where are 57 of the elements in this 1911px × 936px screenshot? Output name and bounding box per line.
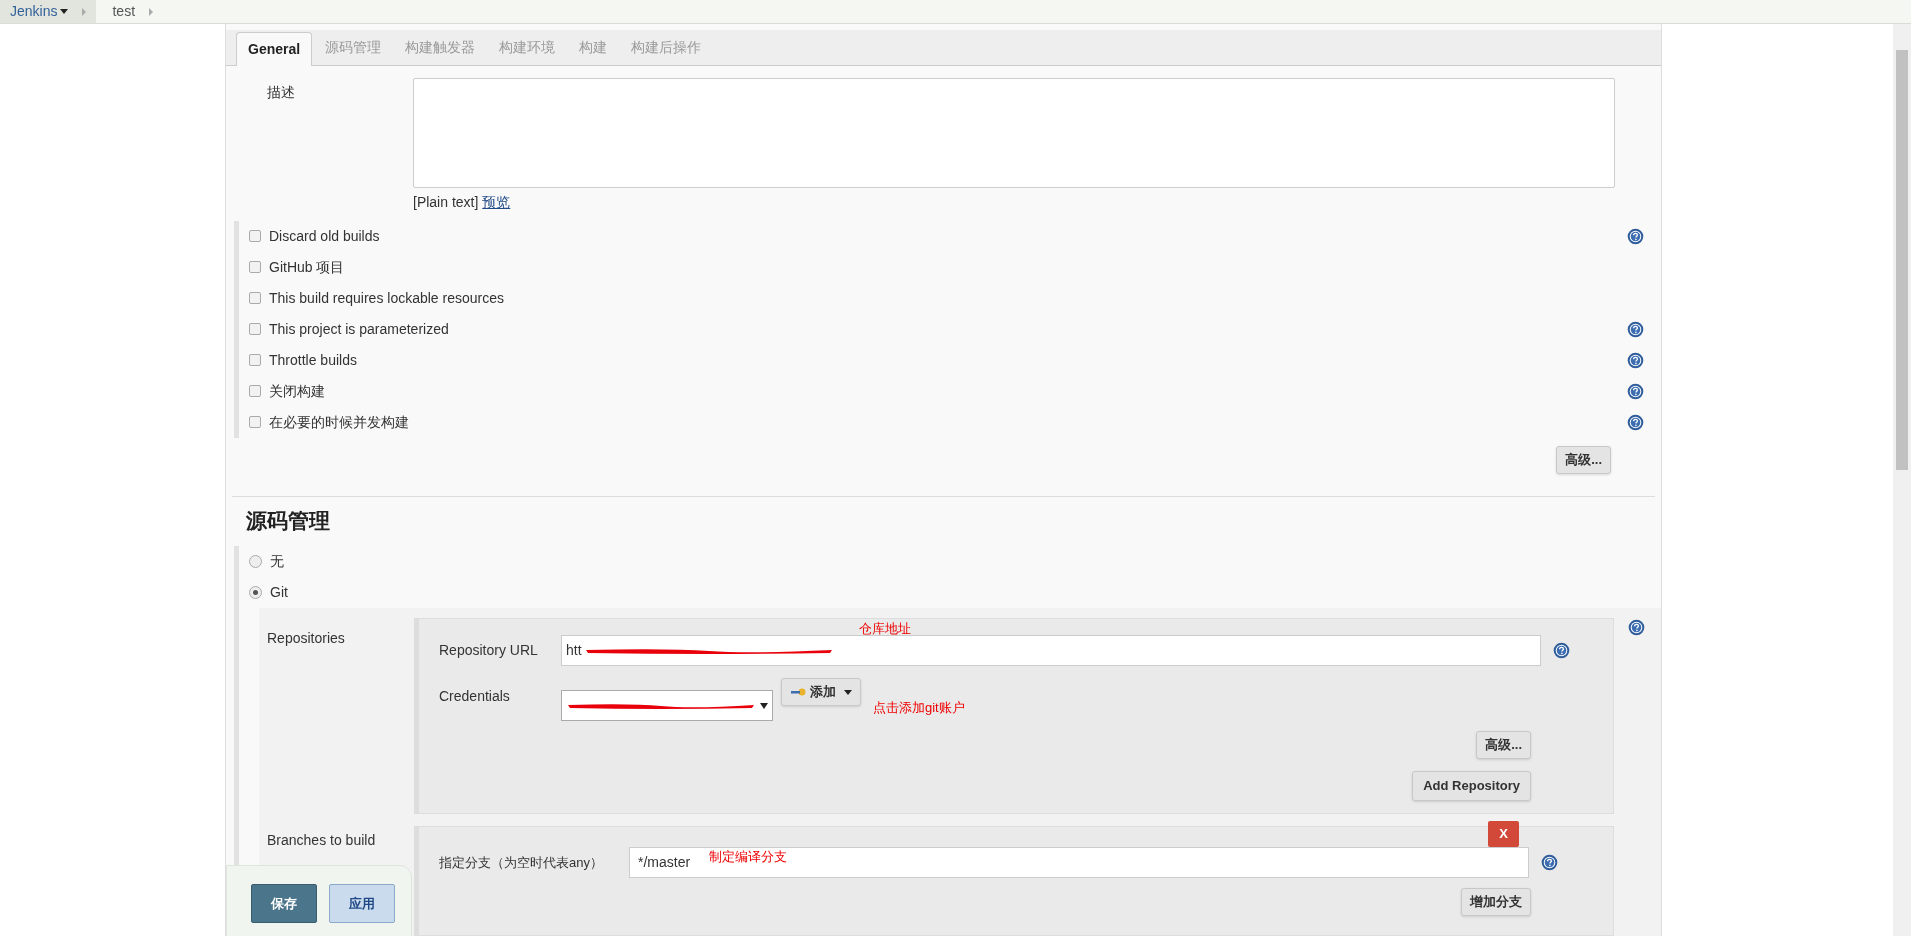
checkbox[interactable] — [249, 292, 261, 304]
radio-button[interactable] — [249, 586, 262, 599]
help-icon[interactable] — [1627, 227, 1644, 245]
help-icon[interactable] — [1553, 642, 1570, 659]
annotation-note: 制定编译分支 — [709, 848, 787, 866]
credentials-select[interactable] — [561, 690, 773, 721]
radio-button[interactable] — [249, 555, 262, 568]
help-icon[interactable] — [1627, 413, 1644, 431]
checkbox[interactable] — [249, 323, 261, 335]
add-repository-button[interactable]: Add Repository — [1412, 771, 1531, 801]
checkbox-label: Discard old builds — [269, 226, 381, 246]
field-label: 指定分支（为空时代表any） — [439, 853, 604, 872]
chevron-icon — [82, 7, 87, 16]
annotation-note: 点击添加git账户 — [873, 699, 965, 717]
field-label: 描述 — [266, 82, 296, 102]
checkbox-label: This build requires lockable resources — [269, 288, 505, 308]
checkbox[interactable] — [249, 385, 261, 397]
chevron-icon — [149, 7, 154, 16]
help-icon[interactable] — [1627, 320, 1644, 338]
delete-button[interactable]: X — [1488, 821, 1519, 847]
save-button[interactable]: 保存 — [251, 884, 317, 923]
checkbox-label: 关闭构建 — [269, 381, 326, 401]
field-label: Credentials — [439, 687, 511, 706]
preview-link[interactable]: 预览 — [482, 193, 511, 210]
annotation-note: 仓库地址 — [859, 620, 911, 638]
help-icon[interactable] — [1627, 351, 1644, 369]
field-label: Branches to build — [266, 831, 377, 850]
checkbox[interactable] — [249, 416, 261, 428]
tab[interactable]: General — [236, 31, 313, 66]
help-icon[interactable] — [1541, 854, 1558, 871]
caret-icon[interactable] — [60, 9, 69, 14]
add-credentials-button[interactable]: 添加 — [781, 678, 861, 706]
section-heading: 源码管理 — [245, 507, 331, 534]
add-branch-button[interactable]: 增加分支 — [1461, 888, 1531, 916]
radio-label: Git — [270, 583, 288, 602]
field-label: Repositories — [266, 629, 346, 648]
format-label: [Plain text] — [413, 193, 479, 210]
advanced-button[interactable]: 高级... — [1556, 445, 1611, 474]
dropdown-arrow-icon — [760, 702, 768, 709]
checkbox-label: GitHub 项目 — [269, 257, 346, 277]
checkbox-label: This project is parameterized — [269, 319, 450, 339]
scrollbar[interactable] — [1893, 24, 1911, 936]
description-field[interactable] — [413, 77, 1615, 188]
checkbox-label: Throttle builds — [269, 350, 358, 370]
apply-button[interactable]: 应用 — [329, 884, 395, 923]
checkbox[interactable] — [249, 230, 261, 242]
checkbox-label: 在必要的时候并发构建 — [269, 412, 410, 432]
repository-url-field[interactable]: htt — [561, 635, 1541, 666]
advanced-button[interactable]: 高级... — [1476, 731, 1531, 759]
checkbox[interactable] — [249, 354, 261, 366]
checkbox[interactable] — [249, 261, 261, 273]
help-icon[interactable] — [1627, 382, 1644, 400]
key-icon — [790, 687, 806, 697]
help-icon[interactable] — [1628, 619, 1645, 636]
breadcrumb-link[interactable]: test — [112, 1, 136, 22]
field-label: Repository URL — [439, 641, 539, 660]
radio-label: 无 — [270, 552, 284, 571]
